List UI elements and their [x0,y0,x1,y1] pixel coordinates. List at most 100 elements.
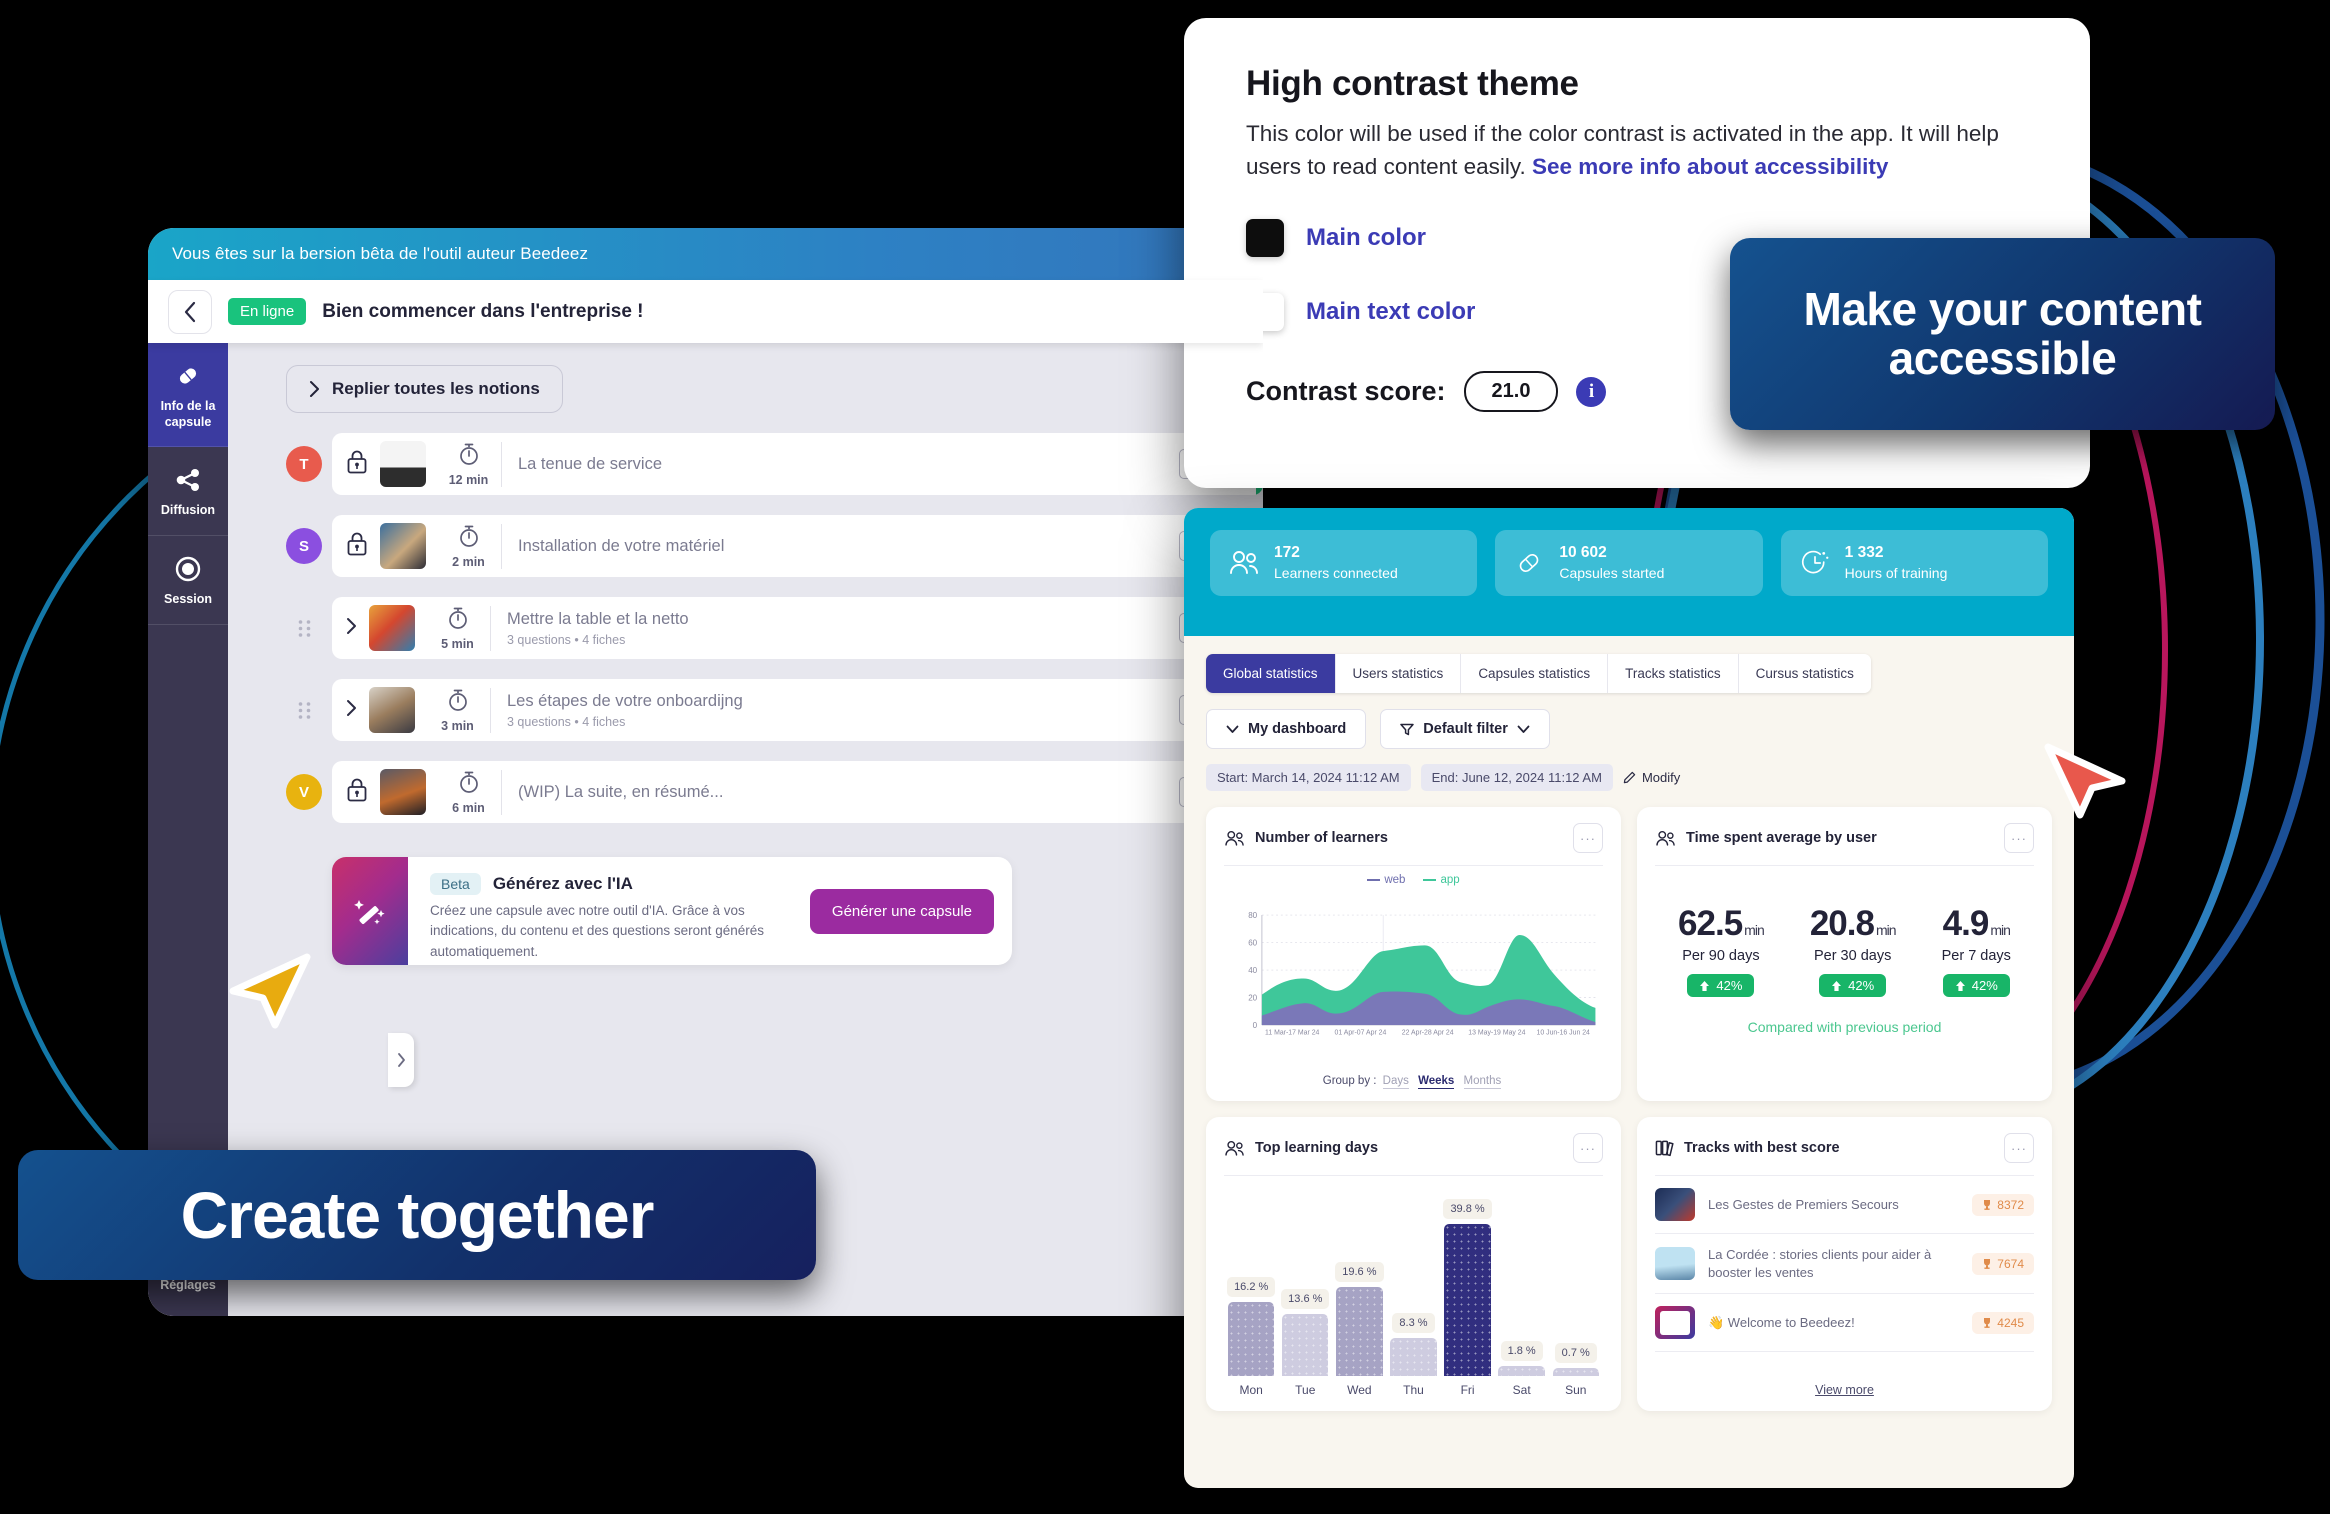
track-row[interactable]: 👋 Welcome to Beedeez! 4245 [1655,1294,2034,1353]
notion-card[interactable]: 5 min Mettre la table et la netto 3 ques… [332,597,1263,659]
track-thumbnail [1655,1306,1695,1340]
view-more-link[interactable]: View more [1655,1373,2034,1397]
group-by-row: Group by : Days Weeks Months [1224,1075,1603,1089]
notion-card[interactable]: 12 min La tenue de service [332,433,1263,495]
callout-create-together: Create together [18,1150,816,1280]
notion-texts: Les étapes de votre onboardijng 3 questi… [507,692,1179,729]
stat-unit: min [1875,922,1897,938]
author-topbar: En ligne Bien commencer dans l'entrepris… [148,280,1263,343]
time-stat-90-days: 62.5 min Per 90 days 42% [1678,904,1765,997]
expand-icon[interactable] [346,699,357,722]
x-tick: 13 May-19 May 24 [1468,1029,1525,1036]
kpi-text: 172 Learners connected [1274,544,1398,582]
notion-card[interactable]: 3 min Les étapes de votre onboardijng 3 … [332,679,1263,741]
bar-category: Fri [1460,1383,1475,1397]
share-icon [176,469,199,492]
notion-title: Mettre la table et la netto [507,609,689,628]
duration: 12 min [440,441,502,487]
notion-row[interactable]: T 12 min La tenue de service [286,433,1263,495]
bar-value-label: 19.6 % [1335,1262,1384,1282]
sidebar-item-info-capsule[interactable]: Info de la capsule [148,343,228,448]
duration-value: 5 min [441,636,474,651]
date-start-chip: Start: March 14, 2024 11:12 AM [1206,764,1411,791]
collapse-all-button[interactable]: Replier toutes les notions [286,365,563,413]
drag-handle[interactable] [286,619,322,638]
notion-card[interactable]: 2 min Installation de votre matériel [332,515,1263,577]
legend-label: app [1440,874,1460,886]
stat-period: Per 90 days [1682,948,1760,964]
sidebar-item-label: Session [164,591,212,606]
group-by-weeks[interactable]: Weeks [1418,1075,1455,1089]
users-icon [1225,830,1244,846]
tab-capsules-statistics[interactable]: Capsules statistics [1461,654,1609,693]
card-title: High contrast theme [1246,64,1579,103]
main-color-label: Main color [1306,224,1427,252]
card-options-button[interactable]: ··· [1573,1133,1603,1163]
duration-value: 6 min [452,800,485,815]
group-by-months[interactable]: Months [1463,1075,1502,1089]
timer-icon [448,607,467,629]
tab-tracks-statistics[interactable]: Tracks statistics [1608,654,1739,693]
trophy-icon [1984,1258,1991,1269]
notion-thumbnail [380,523,426,569]
tab-cursus-statistics[interactable]: Cursus statistics [1738,654,1871,693]
expand-icon[interactable] [346,617,357,640]
filter-icon [1400,723,1415,735]
notion-row[interactable]: V 6 min (WIP) La suite, en résumé... [286,761,1263,823]
track-row[interactable]: La Cordée : stories clients pour aider à… [1655,1234,2034,1295]
notion-row[interactable]: 3 min Les étapes de votre onboardijng 3 … [286,679,1263,741]
default-filter-select[interactable]: Default filter [1380,709,1550,749]
accessibility-link[interactable]: See more info about accessibility [1532,154,1888,179]
drag-handle[interactable] [286,701,322,720]
stat-value: 4.9 [1942,904,1990,943]
kpi-caption: Capsules started [1559,564,1665,581]
duration-value: 2 min [452,554,485,569]
card-header: Top learning days ··· [1224,1133,1603,1176]
stat-value-wrap: 62.5 min [1678,904,1765,944]
card-options-button[interactable]: ··· [1573,823,1603,853]
card-options-button[interactable]: ··· [2004,823,2034,853]
kpi-learners-connected: 172 Learners connected [1210,530,1478,596]
bar [1552,1368,1599,1376]
lock-icon [346,531,368,562]
panel-expand-handle[interactable] [388,1033,414,1087]
track-score-value: 8372 [1997,1197,2024,1212]
bar-column: 1.8 % Sat [1498,1341,1545,1397]
modify-dates-button[interactable]: Modify [1623,770,1680,785]
bar [1282,1314,1329,1376]
stat-period: Per 30 days [1813,948,1892,964]
sidebar-item-session[interactable]: Session [148,536,228,625]
sidebar-item-diffusion[interactable]: Diffusion [148,447,228,536]
back-button[interactable] [168,289,212,334]
generate-capsule-button[interactable]: Générer une capsule [809,888,994,934]
track-name: La Cordée : stories clients pour aider à… [1708,1247,1932,1280]
track-score-value: 7674 [1997,1256,2024,1271]
card-description: This color will be used if the color con… [1246,118,2038,183]
svg-text:20: 20 [1248,993,1257,1002]
stat-delta-value: 42% [1848,978,1875,993]
ai-banner-head: Beta Générez avec l'IA [430,873,810,895]
notion-title: Installation de votre matériel [518,536,725,555]
card-options-button[interactable]: ··· [2004,1133,2034,1163]
group-by-days[interactable]: Days [1382,1075,1409,1089]
users-icon [1656,830,1675,846]
arrow-up-icon [1700,980,1710,991]
notion-row[interactable]: S 2 min Installation de votre matériel [286,515,1263,577]
track-row[interactable]: Les Gestes de Premiers Secours 8372 [1655,1176,2034,1234]
tab-users-statistics[interactable]: Users statistics [1335,654,1462,693]
timer-icon [459,525,478,547]
notion-card[interactable]: 6 min (WIP) La suite, en résumé... [332,761,1263,823]
my-dashboard-select[interactable]: My dashboard [1206,709,1367,749]
capsule-icon [179,368,197,384]
tab-global-statistics[interactable]: Global statistics [1206,654,1336,693]
main-color-swatch[interactable] [1246,219,1284,258]
avatar: V [286,774,322,810]
beta-banner-text: Vous êtes sur la bersion bêta de l'outil… [172,244,589,263]
time-stat-group: 62.5 min Per 90 days 42% 20.8 min Per 30 d… [1655,904,2034,997]
cursor-yellow [229,953,311,1029]
chevron-right-icon [397,1053,405,1067]
info-icon[interactable]: i [1576,376,1607,407]
notion-row[interactable]: 5 min Mettre la table et la netto 3 ques… [286,597,1263,659]
x-tick: 22 Apr-28 Apr 24 [1402,1029,1454,1036]
notion-title: La tenue de service [518,454,663,473]
